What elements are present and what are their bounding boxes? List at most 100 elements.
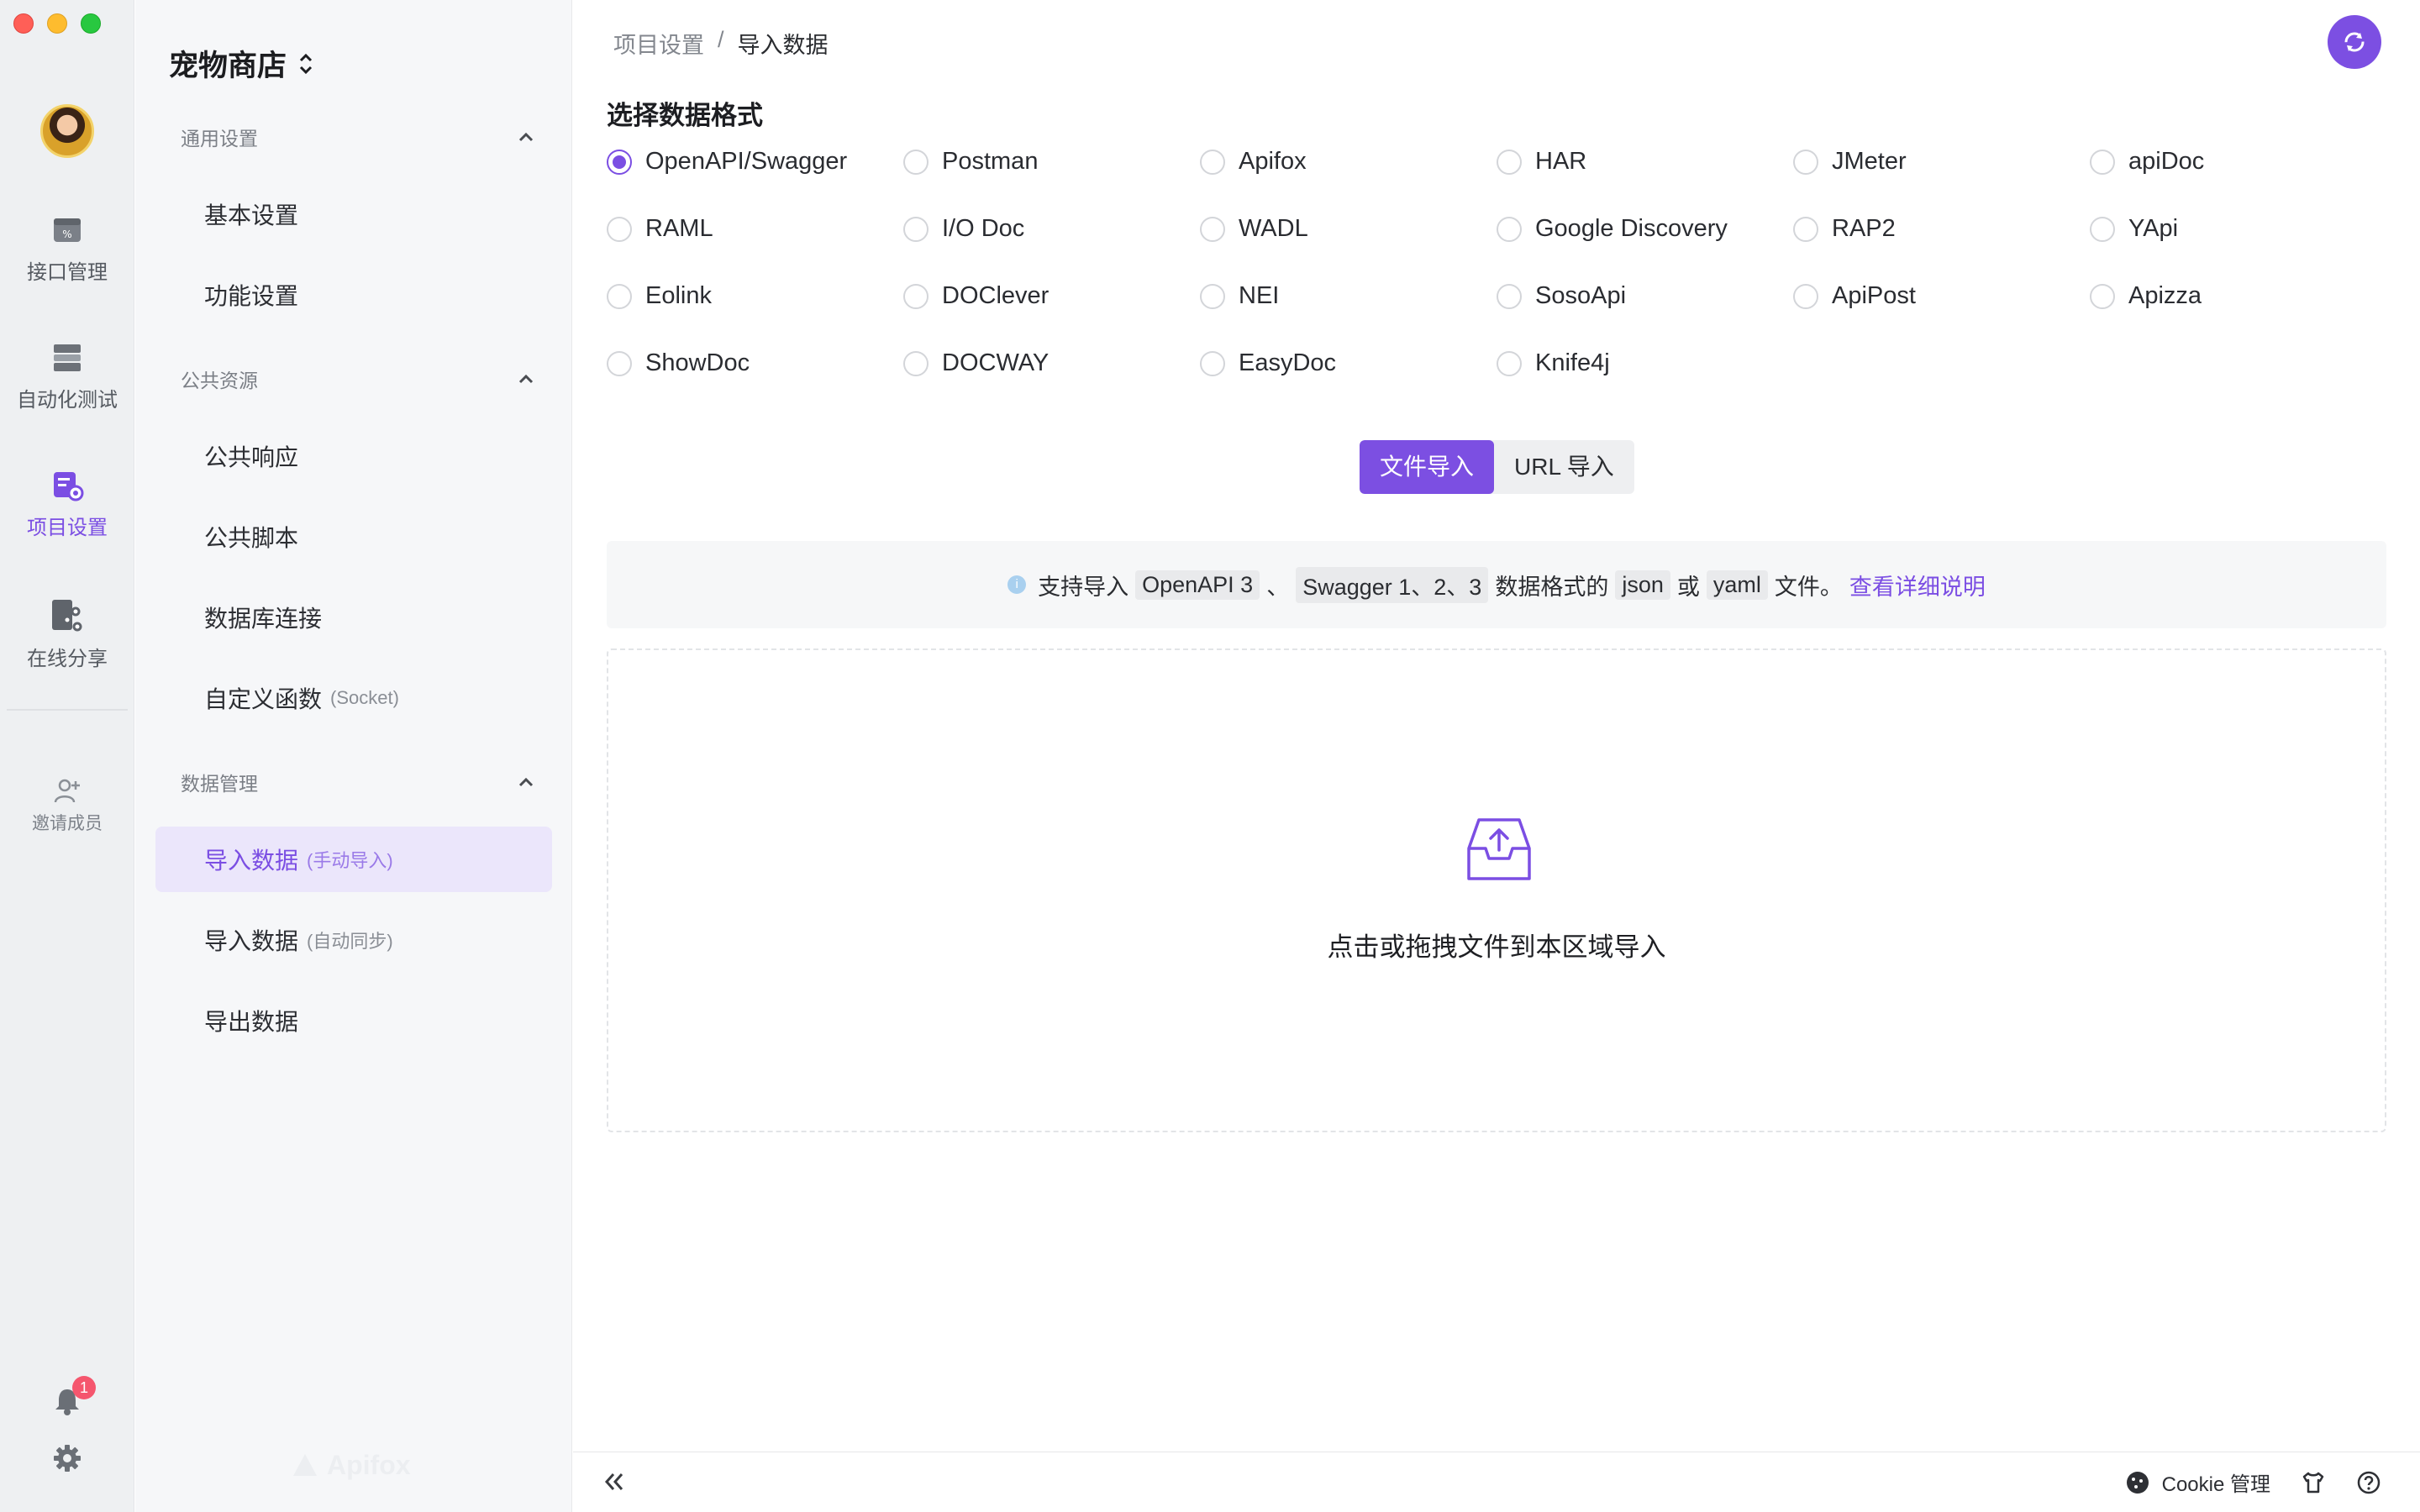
format-option[interactable]: Knife4j [1497, 349, 1610, 377]
tab-url-import[interactable]: URL 导入 [1494, 440, 1634, 494]
breadcrumb-parent[interactable]: 项目设置 [613, 27, 704, 60]
sidebar-item-sublabel: (自动同步) [307, 931, 393, 952]
format-option[interactable]: WADL [1200, 215, 1308, 243]
radio-circle[interactable] [1497, 350, 1522, 376]
group-general-settings[interactable]: 通用设置 [181, 123, 534, 151]
project-switcher[interactable]: 宠物商店 [169, 42, 313, 85]
format-option[interactable]: ApiPost [1793, 282, 1916, 310]
radio-circle[interactable] [903, 149, 929, 175]
cookie-manager-button[interactable]: Cookie 管理 [2125, 1467, 2270, 1497]
tab-file-import[interactable]: 文件导入 [1360, 440, 1495, 494]
radio-circle[interactable] [1497, 216, 1522, 242]
format-option[interactable]: Apifox [1200, 148, 1307, 176]
sidebar-item-label: 导入数据 [204, 848, 299, 874]
radio-circle[interactable] [903, 283, 929, 309]
radio-circle[interactable] [903, 350, 929, 376]
shirt-icon[interactable] [2301, 1470, 2326, 1495]
radio-circle[interactable] [1793, 216, 1818, 242]
help-icon[interactable] [2356, 1470, 2381, 1495]
info-icon: i [1007, 575, 1027, 594]
sidebar-item-import-manual[interactable]: 导入数据 (手动导入) [155, 827, 552, 892]
format-option[interactable]: I/O Doc [903, 215, 1024, 243]
format-option[interactable]: OpenAPI/Swagger [607, 148, 847, 176]
group-label: 公共资源 [181, 370, 258, 391]
invite-members-button[interactable]: 邀请成员 [0, 776, 134, 835]
sidebar-item-label: 导入数据 [204, 928, 299, 954]
radio-circle[interactable] [1200, 350, 1225, 376]
group-public-resources[interactable]: 公共资源 [181, 365, 534, 393]
dropzone-text: 点击或拖拽文件到本区域导入 [1327, 932, 1666, 962]
radio-circle[interactable] [2090, 149, 2115, 175]
sidebar-item-basic-settings[interactable]: 基本设置 [155, 181, 552, 247]
radio-circle[interactable] [1200, 216, 1225, 242]
maximize-window-button[interactable] [81, 13, 101, 34]
radio-circle[interactable] [607, 149, 632, 175]
info-code: Swagger 1、2、3 [1296, 566, 1489, 603]
chevron-up-down-icon [299, 53, 313, 74]
sidebar-item-export[interactable]: 导出数据 [155, 988, 552, 1053]
radio-circle[interactable] [607, 350, 632, 376]
format-option[interactable]: RAML [607, 215, 713, 243]
sidebar-item-import-auto[interactable]: 导入数据 (自动同步) [155, 907, 552, 973]
details-link[interactable]: 查看详细说明 [1849, 569, 1986, 601]
sidebar-item-label: 公共响应 [204, 444, 299, 470]
close-window-button[interactable] [13, 13, 34, 34]
format-option[interactable]: Postman [903, 148, 1038, 176]
format-option[interactable]: RAP2 [1793, 215, 1896, 243]
minimize-window-button[interactable] [47, 13, 67, 34]
format-option[interactable]: Apizza [2090, 282, 2202, 310]
format-option[interactable]: DOClever [903, 282, 1049, 310]
rail-item-project-settings[interactable]: 项目设置 [0, 469, 134, 540]
radio-circle[interactable] [1200, 149, 1225, 175]
format-option[interactable]: DOCWAY [903, 349, 1049, 377]
radio-circle[interactable] [2090, 283, 2115, 309]
collapse-sidebar-icon[interactable] [602, 1469, 627, 1494]
format-option[interactable]: Google Discovery [1497, 215, 1728, 243]
format-option[interactable]: ShowDoc [607, 349, 750, 377]
format-option[interactable]: YApi [2090, 215, 2178, 243]
radio-circle[interactable] [903, 216, 929, 242]
radio-circle[interactable] [607, 283, 632, 309]
rail-item-api[interactable]: % 接口管理 [0, 213, 134, 285]
status-bar: Cookie 管理 [573, 1452, 2420, 1512]
format-option-label: apiDoc [2128, 148, 2205, 175]
sidebar-item-public-response[interactable]: 公共响应 [155, 423, 552, 489]
rail-label: 在线分享 [27, 648, 108, 670]
format-option[interactable]: JMeter [1793, 148, 1907, 176]
project-name: 宠物商店 [169, 50, 287, 82]
radio-circle[interactable] [1793, 149, 1818, 175]
format-option[interactable]: apiDoc [2090, 148, 2204, 176]
svg-text:%: % [62, 228, 71, 240]
radio-circle[interactable] [1497, 149, 1522, 175]
format-option[interactable]: HAR [1497, 148, 1586, 176]
format-option-label: RAP2 [1832, 215, 1896, 242]
radio-circle[interactable] [1793, 283, 1818, 309]
file-dropzone[interactable]: 点击或拖拽文件到本区域导入 [607, 648, 2386, 1132]
sidebar-item-label: 基本设置 [204, 202, 299, 228]
radio-circle[interactable] [1497, 283, 1522, 309]
format-option[interactable]: Eolink [607, 282, 712, 310]
info-text: 文件。 [1774, 574, 1843, 600]
format-option-label: Apizza [2128, 282, 2202, 309]
radio-circle[interactable] [2090, 216, 2115, 242]
radio-circle[interactable] [1200, 283, 1225, 309]
sidebar-item-feature-settings[interactable]: 功能设置 [155, 262, 552, 328]
info-code: json [1615, 570, 1670, 600]
window-controls [13, 13, 101, 34]
group-data-management[interactable]: 数据管理 [181, 768, 534, 796]
radio-circle[interactable] [607, 216, 632, 242]
rail-item-automation[interactable]: 自动化测试 [0, 341, 134, 412]
gear-icon[interactable] [52, 1443, 82, 1473]
avatar[interactable] [40, 104, 94, 158]
format-option[interactable]: EasyDoc [1200, 349, 1336, 377]
sidebar-item-database[interactable]: 数据库连接 [155, 585, 552, 650]
sidebar-item-public-script[interactable]: 公共脚本 [155, 504, 552, 570]
group-label: 通用设置 [181, 128, 258, 150]
sidebar-item-custom-functions[interactable]: 自定义函数 (Socket) [155, 665, 552, 731]
sidebar-item-label: 导出数据 [204, 1009, 299, 1035]
rail-item-share[interactable]: 在线分享 [0, 596, 134, 671]
sync-button[interactable] [2328, 15, 2381, 69]
format-option[interactable]: NEI [1200, 282, 1279, 310]
format-option[interactable]: SosoApi [1497, 282, 1626, 310]
chevron-up-icon [518, 374, 534, 384]
